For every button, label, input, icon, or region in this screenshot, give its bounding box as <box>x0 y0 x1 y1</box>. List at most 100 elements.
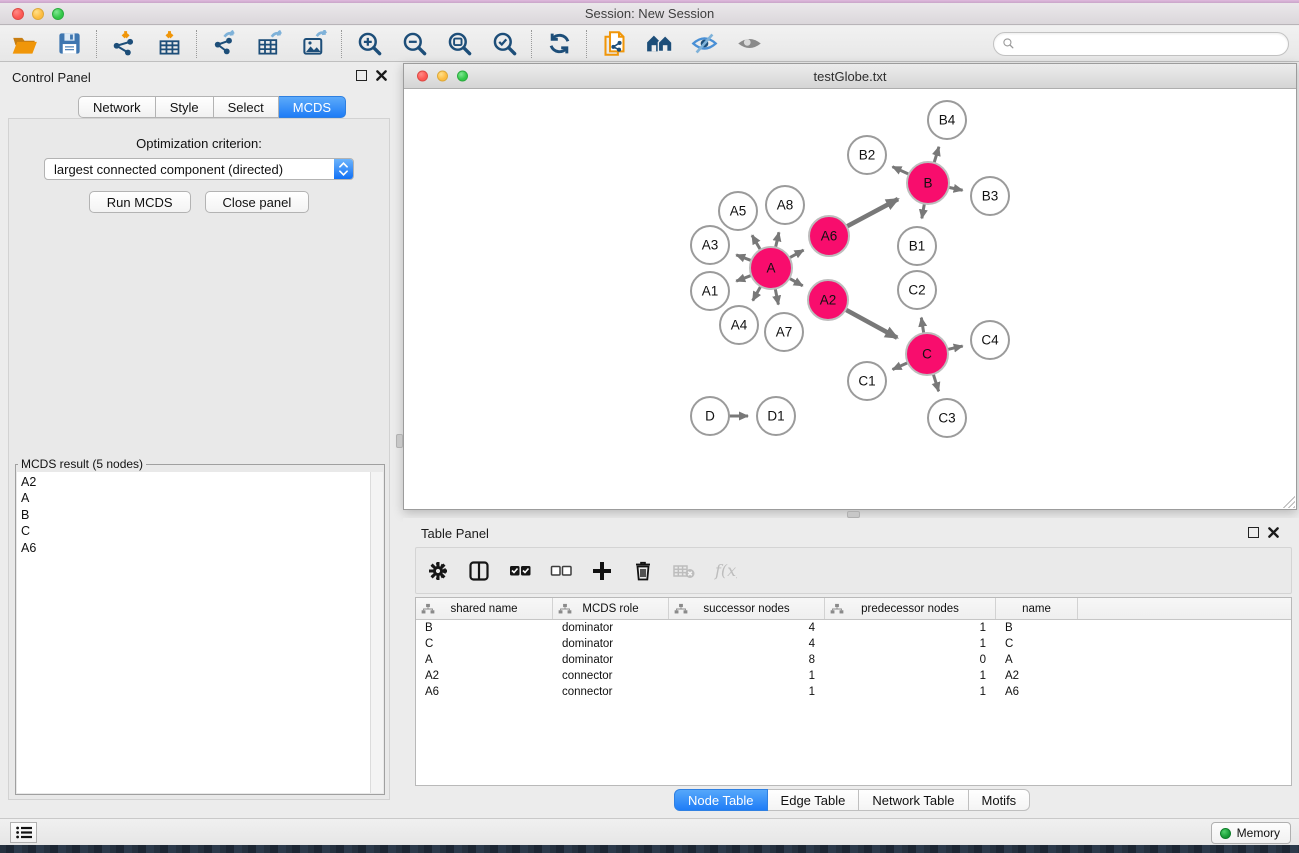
zoom-out-button[interactable] <box>400 30 428 58</box>
graph-edge-A-A2[interactable] <box>788 278 802 286</box>
save-session-button[interactable] <box>55 30 83 58</box>
tab-motifs[interactable]: Motifs <box>969 789 1031 811</box>
hide-eye-button[interactable] <box>690 30 718 58</box>
open-file-button[interactable] <box>10 30 38 58</box>
close-window-button[interactable] <box>12 8 24 20</box>
minimize-window-button[interactable] <box>32 8 44 20</box>
show-eye-button[interactable] <box>735 30 763 58</box>
graph-edge-B-B2[interactable] <box>892 167 909 175</box>
table-row[interactable]: A6connector11A6 <box>416 684 1291 700</box>
table-cell[interactable]: B <box>416 622 553 634</box>
table-cell[interactable]: dominator <box>553 638 669 650</box>
float-panel-icon[interactable] <box>356 70 367 81</box>
settings-gear-button[interactable] <box>425 558 451 584</box>
graph-edge-B-B1[interactable] <box>922 203 925 219</box>
table-cell[interactable]: A <box>996 654 1078 666</box>
zoom-selected-button[interactable] <box>490 30 518 58</box>
float-table-panel-icon[interactable] <box>1248 527 1259 538</box>
table-cell[interactable]: A6 <box>416 686 553 698</box>
task-history-button[interactable] <box>10 822 37 843</box>
tab-mcds[interactable]: MCDS <box>279 96 346 118</box>
tab-select[interactable]: Select <box>214 96 279 118</box>
table-cell[interactable]: connector <box>553 670 669 682</box>
table-cell[interactable]: connector <box>553 686 669 698</box>
table-cell[interactable]: 4 <box>669 638 825 650</box>
table-cell[interactable]: dominator <box>553 654 669 666</box>
result-list-scrollbar[interactable] <box>370 472 383 793</box>
zoom-window-button[interactable] <box>52 8 64 20</box>
table-cell[interactable]: 1 <box>825 622 996 634</box>
import-table-button[interactable] <box>155 30 183 58</box>
zoom-fit-button[interactable] <box>445 30 473 58</box>
tab-network-table[interactable]: Network Table <box>859 789 968 811</box>
tab-style[interactable]: Style <box>156 96 214 118</box>
mcds-result-item[interactable]: A6 <box>21 540 370 556</box>
column-header-name[interactable]: name <box>996 598 1078 619</box>
column-header-predecessor-nodes[interactable]: predecessor nodes <box>825 598 996 619</box>
horizontal-split-handle[interactable] <box>847 511 860 518</box>
search-input[interactable] <box>1020 37 1280 51</box>
table-cell[interactable]: 1 <box>825 638 996 650</box>
table-cell[interactable]: 1 <box>825 670 996 682</box>
network-close-button[interactable] <box>417 71 428 82</box>
column-header-successor-nodes[interactable]: successor nodes <box>669 598 825 619</box>
table-cell[interactable]: A2 <box>996 670 1078 682</box>
table-cell[interactable]: C <box>996 638 1078 650</box>
graph-edge-A-A1[interactable] <box>736 275 752 281</box>
table-row[interactable]: Bdominator41B <box>416 620 1291 636</box>
table-cell[interactable]: 1 <box>825 686 996 698</box>
delete-column-button[interactable] <box>630 558 656 584</box>
tab-node-table[interactable]: Node Table <box>674 789 768 811</box>
network-minimize-button[interactable] <box>437 71 448 82</box>
mcds-result-item[interactable]: A <box>21 490 370 506</box>
graph-edge-B-B3[interactable] <box>948 187 963 190</box>
zoom-in-button[interactable] <box>355 30 383 58</box>
close-panel-button[interactable]: Close panel <box>205 191 310 213</box>
table-cell[interactable]: 0 <box>825 654 996 666</box>
deselect-all-button[interactable] <box>548 558 574 584</box>
home-button[interactable] <box>645 30 673 58</box>
refresh-button[interactable] <box>545 30 573 58</box>
graph-edge-A6-B[interactable] <box>846 199 898 227</box>
graph-edge-A-A6[interactable] <box>789 250 804 258</box>
tab-network[interactable]: Network <box>78 96 156 118</box>
select-all-button[interactable] <box>507 558 533 584</box>
column-header-MCDS-role[interactable]: MCDS role <box>553 598 669 619</box>
table-cell[interactable]: 1 <box>669 670 825 682</box>
table-cell[interactable]: 4 <box>669 622 825 634</box>
run-mcds-button[interactable]: Run MCDS <box>89 191 191 213</box>
graph-edge-A-A5[interactable] <box>752 235 761 250</box>
table-cell[interactable]: 1 <box>669 686 825 698</box>
table-cell[interactable]: dominator <box>553 622 669 634</box>
copy-network-button[interactable] <box>600 30 628 58</box>
graph-edge-A-A3[interactable] <box>736 255 752 261</box>
tab-edge-table[interactable]: Edge Table <box>768 789 860 811</box>
export-network-button[interactable] <box>210 30 238 58</box>
mcds-result-item[interactable]: C <box>21 523 370 539</box>
split-view-button[interactable] <box>466 558 492 584</box>
graph-edge-B-B4[interactable] <box>934 147 939 164</box>
network-canvas[interactable]: AA6A2BCA1A3A4A5A7A8B1B2B3B4C1C2C3C4DD1 <box>404 89 1296 509</box>
table-cell[interactable]: 8 <box>669 654 825 666</box>
table-row[interactable]: Adominator80A <box>416 652 1291 668</box>
table-row[interactable]: A2connector11A2 <box>416 668 1291 684</box>
table-cell[interactable]: B <box>996 622 1078 634</box>
graph-edge-A-A8[interactable] <box>775 232 779 248</box>
search-field[interactable] <box>993 32 1289 56</box>
close-table-panel-icon[interactable] <box>1268 527 1279 538</box>
mcds-result-item[interactable]: A2 <box>21 474 370 490</box>
network-zoom-button[interactable] <box>457 71 468 82</box>
network-window-titlebar[interactable]: testGlobe.txt <box>404 64 1296 89</box>
column-header-shared-name[interactable]: shared name <box>416 598 553 619</box>
memory-button[interactable]: Memory <box>1211 822 1291 844</box>
add-column-button[interactable] <box>589 558 615 584</box>
close-panel-icon[interactable] <box>376 70 387 81</box>
graph-edge-A-A7[interactable] <box>775 288 778 305</box>
graph-edge-C-C2[interactable] <box>921 318 924 335</box>
graph-edge-A2-C[interactable] <box>845 309 897 338</box>
export-table-button[interactable] <box>255 30 283 58</box>
table-cell[interactable]: A2 <box>416 670 553 682</box>
graph-edge-C-C3[interactable] <box>933 373 939 391</box>
table-cell[interactable]: C <box>416 638 553 650</box>
graph-edge-C-C1[interactable] <box>893 362 909 369</box>
